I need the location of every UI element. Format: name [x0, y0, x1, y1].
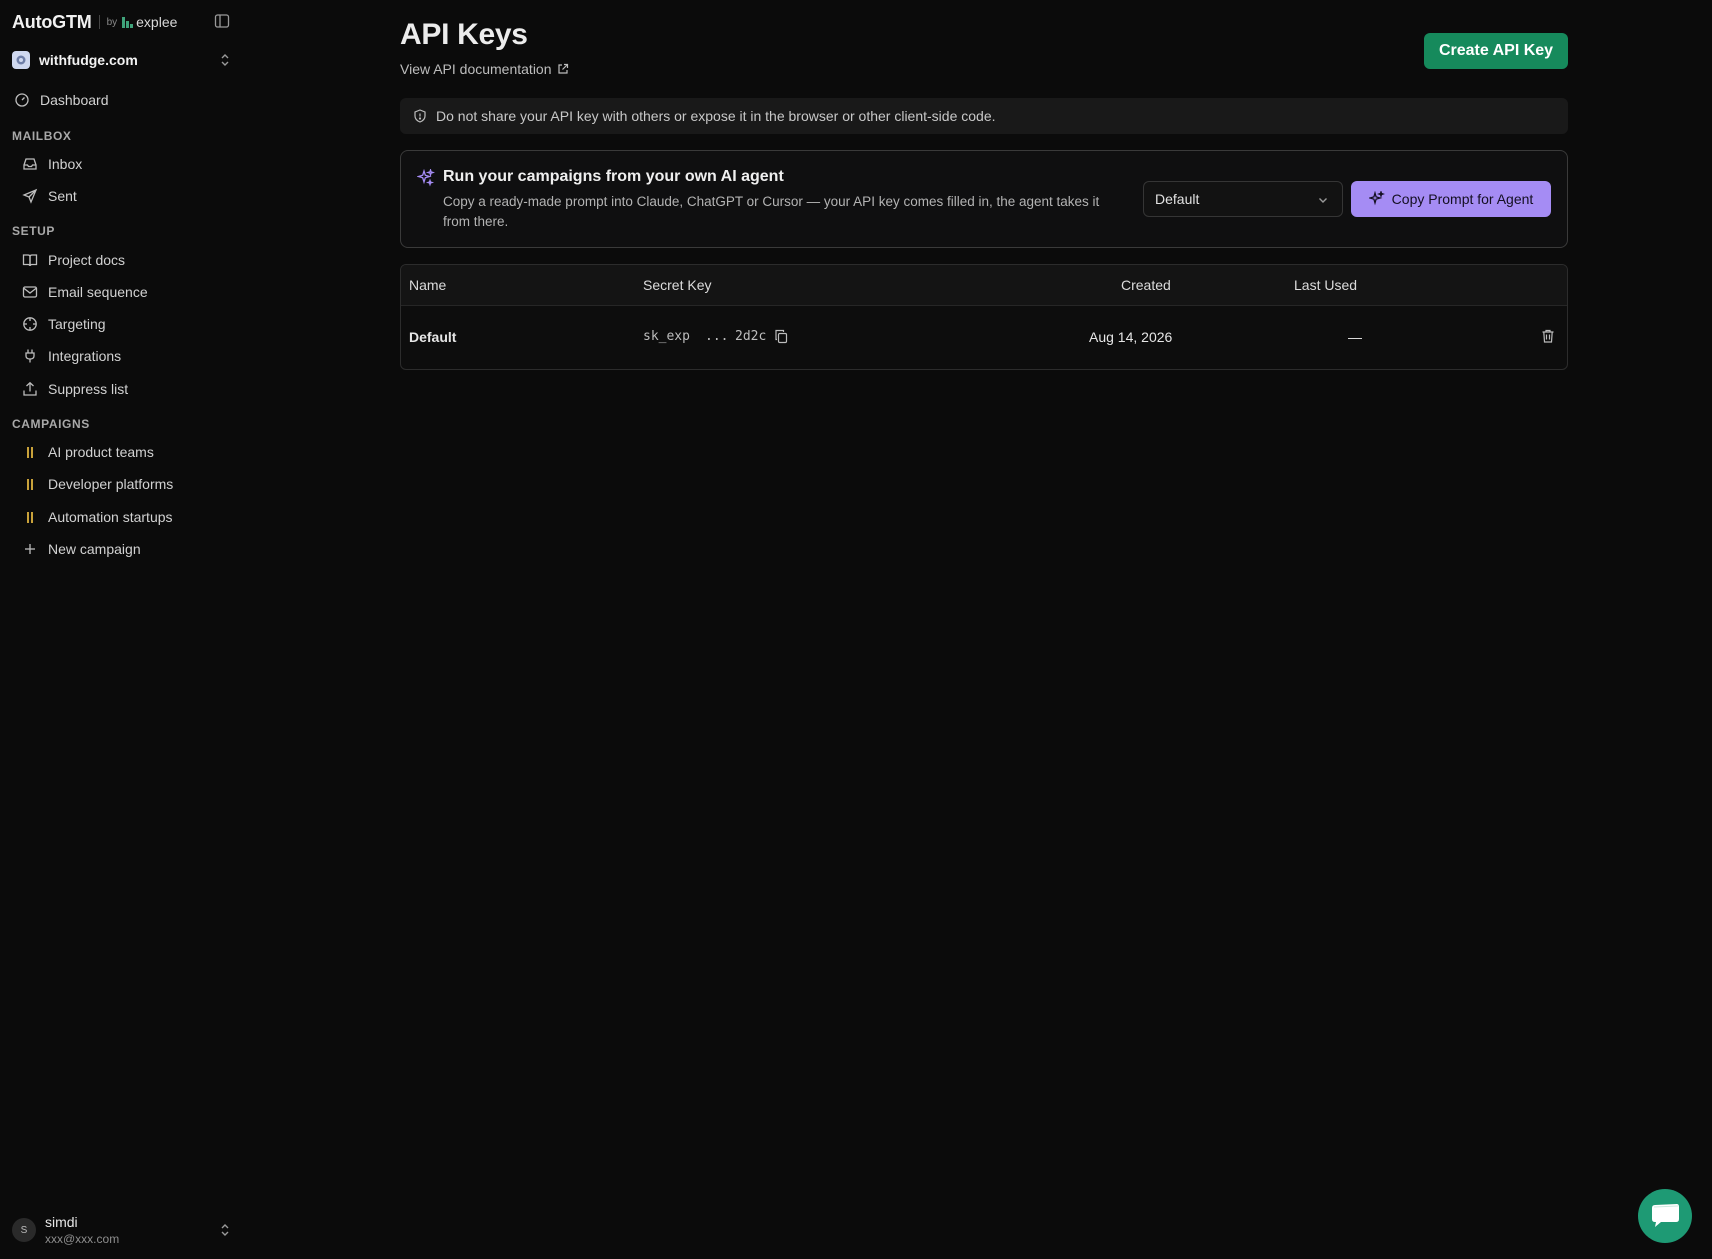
agent-card-description: Copy a ready-made prompt into Claude, Ch…	[443, 194, 1100, 229]
workspace-switcher[interactable]: withfudge.com	[12, 48, 236, 72]
sparkles-icon	[1368, 191, 1385, 206]
upload-icon	[23, 381, 37, 396]
column-header-secret-key: Secret Key	[643, 277, 712, 293]
nav-dashboard[interactable]: Dashboard	[14, 87, 109, 113]
nav-targeting[interactable]: Targeting	[22, 311, 106, 337]
api-key-select-value: Default	[1155, 191, 1200, 207]
copy-prompt-button[interactable]: Copy Prompt for Agent	[1351, 181, 1551, 217]
nav-suppress-list-label: Suppress list	[48, 381, 129, 397]
column-header-name: Name	[409, 277, 447, 293]
new-campaign-label: New campaign	[48, 541, 141, 557]
copy-prompt-button-label: Copy Prompt for Agent	[1391, 191, 1534, 207]
mail-icon	[22, 286, 38, 298]
section-campaigns: CAMPAIGNS	[12, 417, 90, 431]
book-icon	[22, 254, 38, 267]
api-keys-table: Name Secret Key Created Last Used Defaul…	[400, 264, 1568, 370]
campaign-item[interactable]: AI product teams	[22, 439, 154, 465]
nav-dashboard-label: Dashboard	[40, 92, 109, 108]
app-logo-text: AutoGTM	[12, 11, 92, 32]
section-setup: SETUP	[12, 224, 56, 238]
key-last-used: —	[1348, 329, 1362, 345]
copy-icon[interactable]	[774, 329, 788, 344]
chevrons-up-down-icon	[221, 54, 229, 66]
brand-by-text: by	[106, 16, 118, 28]
nav-sent[interactable]: Sent	[22, 183, 77, 209]
nav-integrations[interactable]: Integrations	[22, 343, 121, 369]
pause-icon	[22, 509, 38, 525]
nav-inbox-label: Inbox	[48, 156, 83, 172]
nav-suppress-list[interactable]: Suppress list	[22, 376, 128, 402]
avatar: S	[12, 1218, 36, 1242]
inbox-icon	[23, 158, 37, 170]
chat-icon	[1652, 1204, 1679, 1227]
shield-icon	[414, 109, 426, 123]
new-campaign-button[interactable]: New campaign	[22, 536, 141, 562]
pause-icon	[22, 476, 38, 492]
external-link-icon	[557, 63, 568, 74]
api-docs-link[interactable]: View API documentation	[400, 61, 569, 77]
plus-icon	[25, 544, 35, 554]
nav-targeting-label: Targeting	[48, 316, 106, 332]
gauge-icon	[15, 93, 29, 107]
crosshair-icon	[23, 317, 37, 331]
partner-name: explee	[136, 14, 178, 30]
workspace-icon	[12, 51, 30, 69]
section-mailbox: MAILBOX	[12, 129, 72, 143]
create-api-key-button[interactable]: Create API Key	[1424, 33, 1568, 69]
brand-row: AutoGTM by explee	[12, 10, 232, 34]
chat-support-button[interactable]	[1638, 1189, 1692, 1243]
nav-project-docs-label: Project docs	[48, 252, 126, 268]
workspace-name: withfudge.com	[39, 52, 138, 68]
nav-project-docs[interactable]: Project docs	[22, 247, 125, 273]
user-menu[interactable]: S simdi xxx@xxx.com	[12, 1212, 236, 1248]
nav-integrations-label: Integrations	[48, 348, 122, 364]
nav-email-sequence-label: Email sequence	[48, 284, 148, 300]
page-title: API Keys	[400, 18, 528, 51]
table-header: Name Secret Key Created Last Used	[401, 265, 1567, 306]
sidebar-toggle-icon[interactable]	[214, 13, 230, 29]
key-ellipsis: ...	[705, 329, 729, 344]
sidebar: AutoGTM by explee withfudge.com Dashboar…	[0, 0, 240, 1259]
send-icon	[22, 188, 38, 204]
security-warning-text: Do not share your API key with others or…	[436, 108, 996, 124]
campaign-label: AI product teams	[48, 444, 154, 460]
key-prefix: sk_exp	[643, 329, 690, 344]
campaign-label: Automation startups	[48, 509, 173, 525]
chevrons-up-down-icon	[221, 1224, 229, 1236]
api-key-select[interactable]: Default	[1143, 181, 1343, 217]
agent-prompt-card: Run your campaigns from your own AI agen…	[400, 150, 1568, 248]
key-name: Default	[409, 329, 457, 345]
key-suffix: 2d2c	[735, 329, 767, 344]
key-created-date: Aug 14, 2026	[1089, 329, 1173, 345]
security-warning: Do not share your API key with others or…	[400, 98, 1568, 134]
brand-divider	[98, 15, 100, 29]
sparkles-icon	[417, 169, 435, 187]
user-email: xxx@xxx.com	[45, 1232, 120, 1246]
campaign-item[interactable]: Automation startups	[22, 504, 173, 530]
user-info: simdi xxx@xxx.com	[45, 1214, 218, 1246]
column-header-last-used: Last Used	[1294, 277, 1358, 293]
chevron-down-icon	[1319, 198, 1327, 203]
campaign-label: Developer platforms	[48, 476, 174, 492]
user-name: simdi	[45, 1214, 78, 1230]
plug-icon	[25, 349, 35, 363]
nav-email-sequence[interactable]: Email sequence	[22, 279, 148, 305]
pause-icon	[22, 444, 38, 460]
nav-inbox[interactable]: Inbox	[22, 151, 82, 177]
column-header-created: Created	[1121, 277, 1171, 293]
trash-icon[interactable]	[1540, 328, 1556, 344]
nav-sent-label: Sent	[48, 188, 77, 204]
agent-card-title: Run your campaigns from your own AI agen…	[443, 168, 784, 185]
api-docs-link-label: View API documentation	[400, 61, 552, 77]
explee-logo-icon	[122, 16, 134, 28]
campaign-item[interactable]: Developer platforms	[22, 471, 173, 497]
